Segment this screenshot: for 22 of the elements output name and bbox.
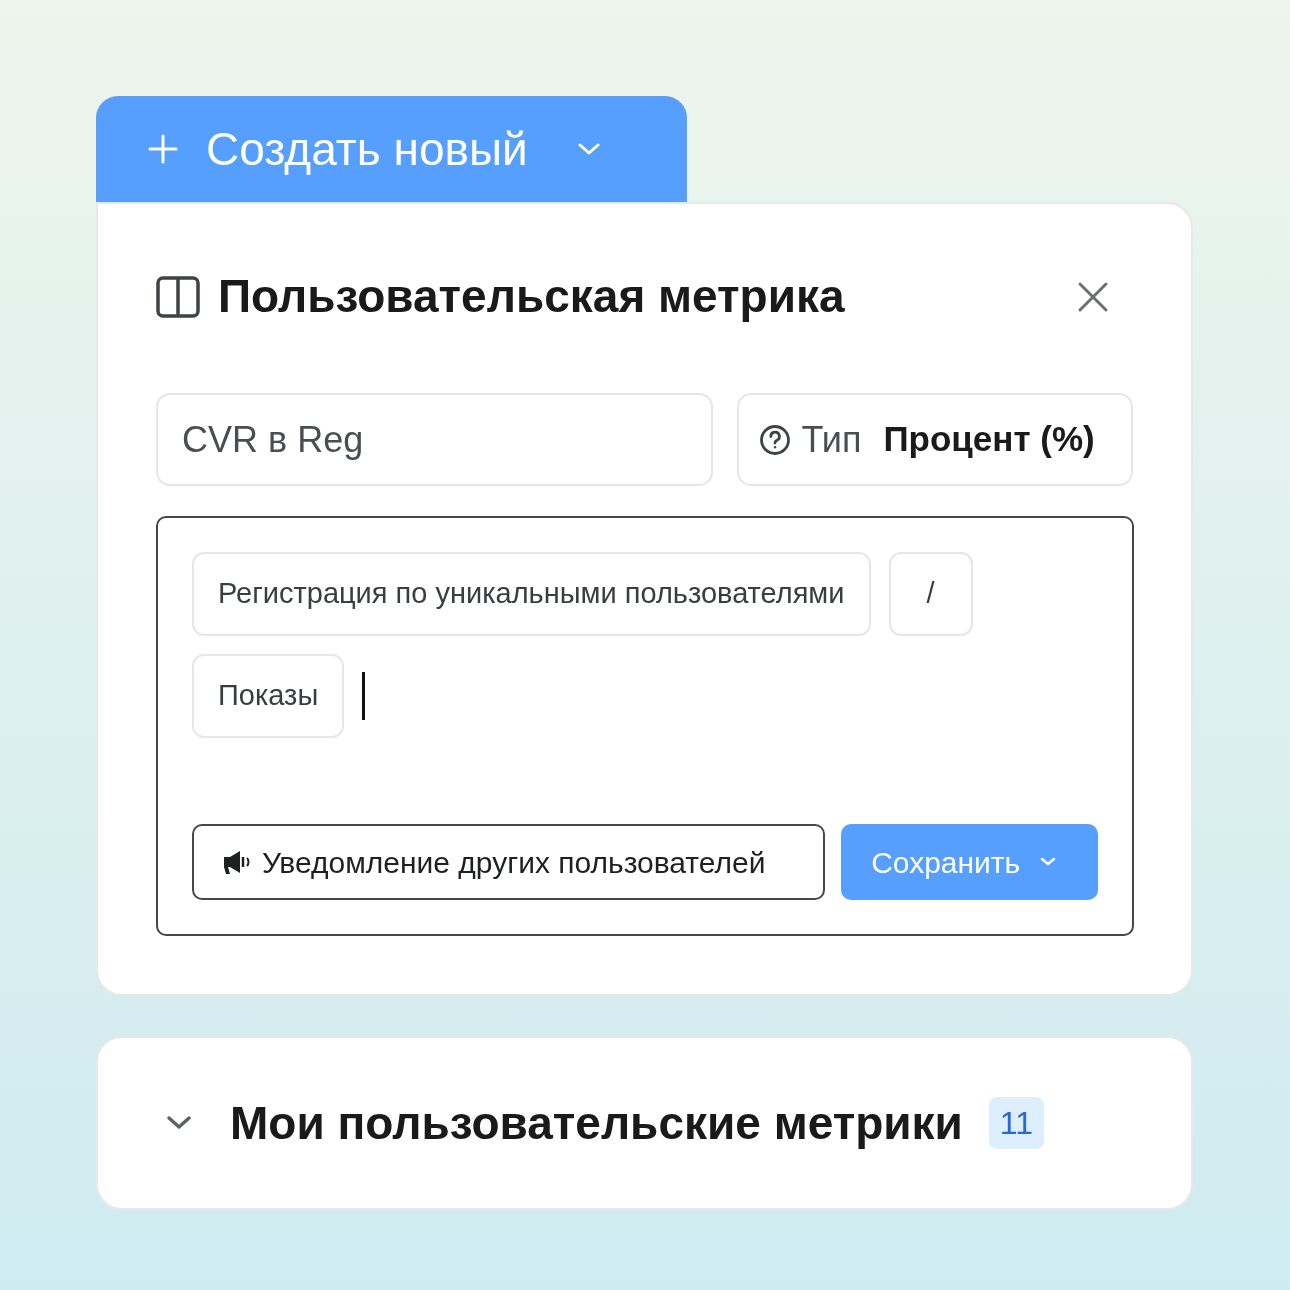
formula-token[interactable]: / [888,552,973,636]
help-icon [759,423,792,456]
type-label: Тип [801,417,862,462]
formula-editor[interactable]: Регистрация по уникальными пользователями / Показы Уведомление других пользователей Сохранить [156,516,1134,936]
plus-icon [148,134,178,164]
panel-icon [156,275,200,318]
type-field[interactable]: Тип Процент (%) [737,393,1133,486]
chevron-down-icon [166,1115,192,1131]
megaphone-icon [222,849,250,875]
formula-token[interactable]: Регистрация по уникальными пользователями [192,552,871,636]
text-cursor [362,672,366,720]
type-value: Процент (%) [883,418,1095,461]
chevron-down-icon [577,142,600,156]
dialog-title: Пользовательская метрика [218,269,845,324]
count-badge: 11 [988,1097,1045,1149]
notify-users-button[interactable]: Уведомление других пользователей [192,824,826,900]
chevron-down-icon [1040,857,1057,867]
section-title: Мои пользовательские метрики [230,1095,963,1151]
close-icon[interactable] [1077,280,1109,313]
formula-token[interactable]: Показы [192,654,345,738]
my-metrics-card[interactable]: Мои пользовательские метрики 11 [96,1036,1193,1210]
name-field[interactable]: CVR в Reg [156,393,714,486]
